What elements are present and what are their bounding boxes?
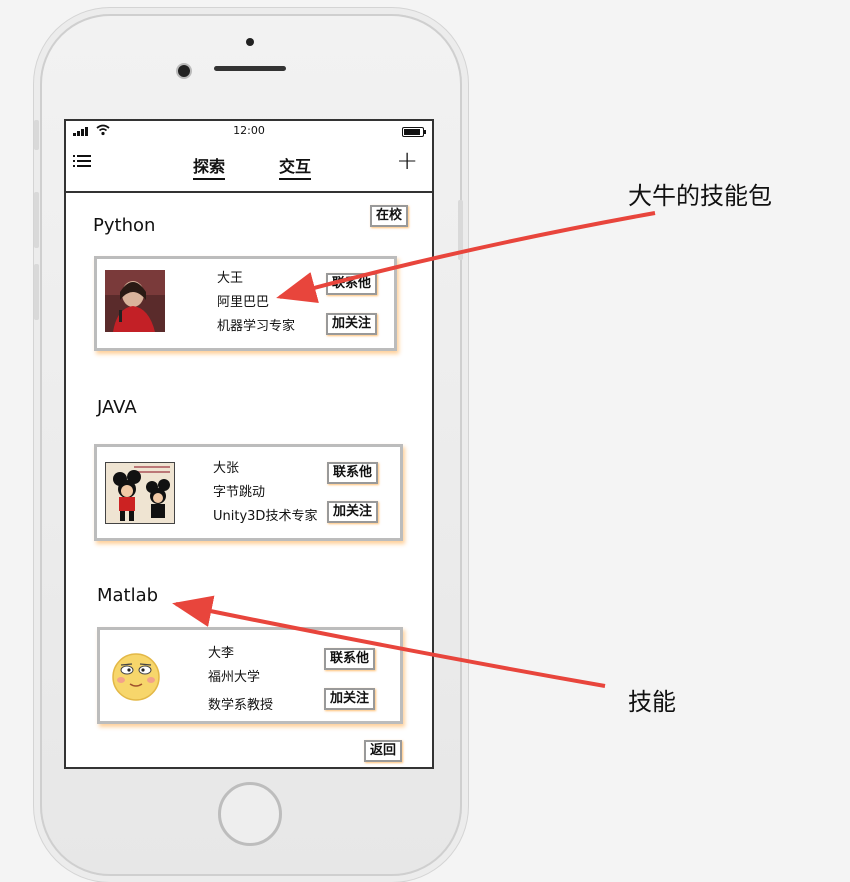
earpiece-speaker: [214, 66, 286, 71]
power-button[interactable]: [458, 200, 463, 260]
contact-button[interactable]: 联系他: [327, 462, 379, 484]
section-title-java: JAVA: [97, 397, 137, 418]
section-title-python: Python: [93, 215, 156, 236]
front-camera-icon: [176, 63, 192, 79]
status-button[interactable]: 在校: [370, 205, 409, 227]
expert-name: 大张: [213, 461, 240, 476]
expert-info: 大王 阿里巴巴 机器学习专家: [217, 267, 295, 339]
tab-explore[interactable]: 探索: [193, 153, 226, 180]
battery-icon: [402, 127, 426, 137]
proximity-sensor: [246, 38, 254, 46]
annotation-label-skill: 技能: [628, 688, 676, 716]
add-icon[interactable]: +: [396, 146, 418, 176]
expert-card[interactable]: 大张 字节跳动 Unity3D技术专家 联系他 加关注: [94, 444, 403, 541]
volume-down-button[interactable]: [34, 264, 39, 320]
top-navbar: 探索 交互 +: [66, 141, 432, 193]
annotation-label-skill-pack: 大牛的技能包: [628, 182, 772, 210]
status-time: 12:00: [233, 124, 265, 137]
expert-info: 大张 字节跳动 Unity3D技术专家: [213, 457, 317, 529]
expert-company: 福州大学: [208, 670, 261, 685]
home-button[interactable]: [218, 782, 282, 846]
expert-card[interactable]: 大李 福州大学 数学系教授 联系他 加关注: [97, 627, 403, 724]
expert-name: 大李: [208, 646, 235, 661]
expert-title: Unity3D技术专家: [213, 509, 318, 524]
expert-title: 机器学习专家: [217, 319, 296, 334]
status-bar: 12:00: [66, 121, 432, 141]
smiley-avatar-icon: [110, 650, 162, 702]
expert-company: 字节跳动: [213, 485, 266, 500]
tab-interact[interactable]: 交互: [279, 153, 312, 180]
follow-button[interactable]: 加关注: [326, 313, 378, 335]
expert-company: 阿里巴巴: [217, 295, 270, 310]
expert-title: 数学系教授: [208, 698, 274, 713]
expert-name: 大王: [217, 271, 244, 286]
menu-icon[interactable]: [73, 155, 91, 167]
volume-up-button[interactable]: [34, 192, 39, 248]
app-screen: 12:00 探索 交互 + 在校 Python 大王 阿里巴巴 机器学习专家 联…: [64, 119, 434, 769]
expert-card[interactable]: 大王 阿里巴巴 机器学习专家 联系他 加关注: [94, 256, 397, 351]
section-title-matlab: Matlab: [97, 585, 159, 606]
avatar: [105, 462, 175, 524]
follow-button[interactable]: 加关注: [327, 501, 379, 523]
contact-button[interactable]: 联系他: [326, 273, 378, 295]
avatar: [105, 270, 165, 332]
mute-switch[interactable]: [34, 120, 39, 150]
contact-button[interactable]: 联系他: [324, 648, 376, 670]
back-button[interactable]: 返回: [364, 740, 403, 762]
expert-info: 大李 福州大学 数学系教授: [208, 642, 273, 718]
follow-button[interactable]: 加关注: [324, 688, 376, 710]
